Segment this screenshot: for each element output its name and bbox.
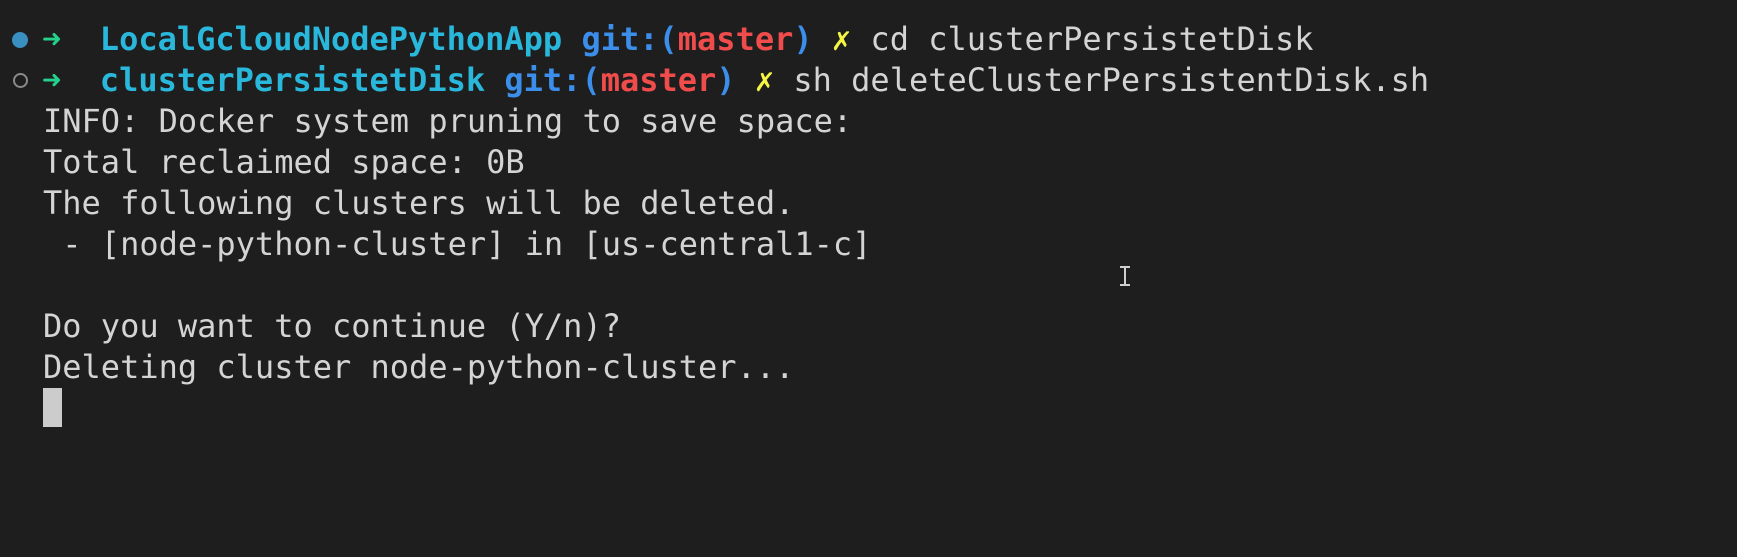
git-label: git:( xyxy=(504,61,601,99)
git-dirty-mark: ✗ xyxy=(831,20,852,58)
prompt-arrow-icon: ➜ xyxy=(42,20,62,58)
command-success-decoration-icon[interactable] xyxy=(12,32,28,48)
output-text: - [node-python-cluster] in [us-central1-… xyxy=(43,225,872,263)
command-text: cd clusterPersistetDisk xyxy=(870,20,1314,58)
prompt-arrow-icon: ➜ xyxy=(42,61,62,99)
git-label-close: ) xyxy=(716,61,736,99)
output-text: The following clusters will be deleted. xyxy=(43,184,795,222)
terminal-cursor xyxy=(43,388,62,427)
git-branch: master xyxy=(677,20,794,58)
output-text: Total reclaimed space: 0B xyxy=(43,143,525,181)
prompt: ➜ LocalGcloudNodePythonApp git:(master) … xyxy=(42,19,1314,60)
output-text: Do you want to continue (Y/n)? xyxy=(43,307,621,345)
command-text: sh deleteClusterPersistentDisk.sh xyxy=(793,61,1430,99)
command-running-decoration-icon[interactable] xyxy=(13,73,28,88)
git-branch: master xyxy=(600,61,717,99)
prompt-line: ➜ LocalGcloudNodePythonApp git:(master) … xyxy=(0,19,1737,60)
output-text: INFO: Docker system pruning to save spac… xyxy=(43,102,853,140)
text-ibeam-cursor-icon xyxy=(1118,264,1132,288)
git-dirty-mark: ✗ xyxy=(754,61,775,99)
git-label-close: ) xyxy=(793,20,813,58)
current-directory: clusterPersistetDisk xyxy=(99,61,486,99)
current-directory: LocalGcloudNodePythonApp xyxy=(99,20,563,58)
prompt: ➜ clusterPersistetDisk git:(master) ✗ sh… xyxy=(42,60,1429,101)
prompt-line: ➜ clusterPersistetDisk git:(master) ✗ sh… xyxy=(0,60,1737,101)
git-label: git:( xyxy=(581,20,678,58)
terminal-panel[interactable]: ➜ LocalGcloudNodePythonApp git:(master) … xyxy=(0,0,1737,557)
output-text: Deleting cluster node-python-cluster... xyxy=(43,348,795,386)
